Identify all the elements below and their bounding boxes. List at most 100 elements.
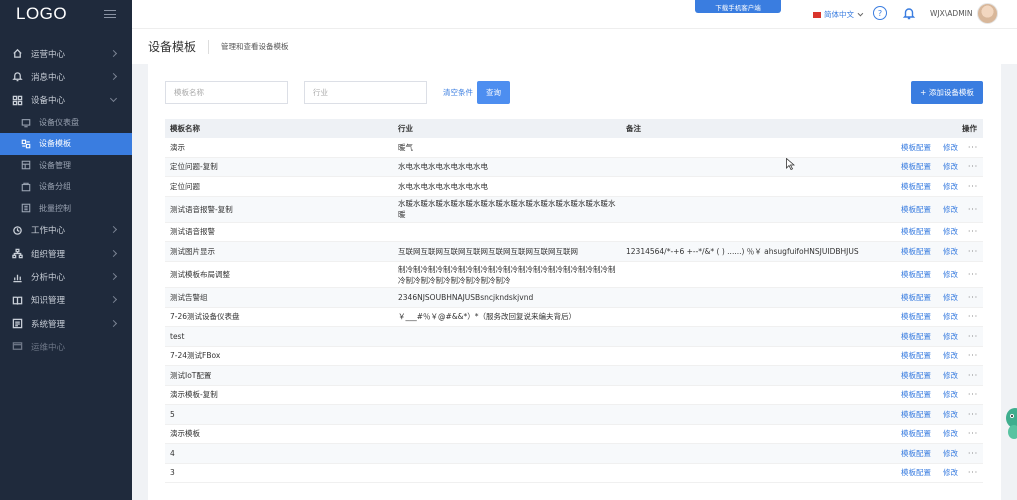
menu-toggle-icon[interactable] — [104, 10, 116, 18]
cell-ops: 模板配置 修改 ··· — [901, 448, 978, 459]
more-icon[interactable]: ··· — [968, 332, 978, 341]
edit-link[interactable]: 修改 — [943, 331, 958, 342]
more-icon[interactable]: ··· — [968, 293, 978, 302]
table-row: 3 模板配置 修改 ··· — [165, 464, 983, 483]
cell-industry: ￥___#％￥@#&&*）*（服务改回复说来编夫背后） — [398, 312, 577, 322]
more-icon[interactable]: ··· — [968, 449, 978, 458]
sidebar-item-operations[interactable]: 运营中心 — [0, 42, 132, 65]
more-icon[interactable]: ··· — [968, 162, 978, 171]
more-icon[interactable]: ··· — [968, 371, 978, 380]
template-config-link[interactable]: 模板配置 — [901, 331, 931, 342]
more-icon[interactable]: ··· — [968, 182, 978, 191]
cell-name: 测试模板布局调整 — [170, 270, 230, 279]
edit-link[interactable]: 修改 — [943, 142, 958, 153]
sidebar-item-label: 组织管理 — [31, 249, 66, 260]
edit-link[interactable]: 修改 — [943, 428, 958, 439]
sidebar-item-organization[interactable]: 组织管理 — [0, 242, 132, 265]
template-config-link[interactable]: 模板配置 — [901, 246, 931, 257]
template-config-link[interactable]: 模板配置 — [901, 370, 931, 381]
chevron-right-icon — [109, 226, 118, 234]
template-config-link[interactable]: 模板配置 — [901, 269, 931, 280]
mascot-image[interactable] — [1003, 404, 1017, 440]
cell-industry: 水电水电水电水电水电水电 — [398, 181, 488, 191]
more-icon[interactable]: ··· — [968, 143, 978, 152]
cell-industry: 水电水电水电水电水电水电 — [398, 162, 488, 172]
more-icon[interactable]: ··· — [968, 227, 978, 236]
flag-icon — [813, 11, 821, 18]
more-icon[interactable]: ··· — [968, 390, 978, 399]
notification-bell-icon[interactable] — [902, 6, 916, 20]
template-config-link[interactable]: 模板配置 — [901, 467, 931, 478]
cell-name: 4 — [170, 448, 175, 458]
table-row: 测试语音报警 模板配置 修改 ··· — [165, 223, 983, 242]
avatar[interactable] — [977, 3, 998, 24]
download-app-button[interactable]: 下载手机客户端 — [695, 0, 781, 13]
sidebar-item-label: 系统管理 — [31, 319, 66, 330]
mouse-cursor-icon — [786, 158, 795, 170]
sidebar-subitem-device-management[interactable]: 设备管理 — [0, 155, 132, 176]
template-config-link[interactable]: 模板配置 — [901, 311, 931, 322]
sidebar-item-work[interactable]: 工作中心 — [0, 219, 132, 242]
sidebar-item-label: 运维中心 — [31, 342, 66, 353]
template-config-link[interactable]: 模板配置 — [901, 292, 931, 303]
more-icon[interactable]: ··· — [968, 312, 978, 321]
template-config-link[interactable]: 模板配置 — [901, 204, 931, 215]
edit-link[interactable]: 修改 — [943, 161, 958, 172]
industry-input[interactable]: 行业 — [304, 81, 427, 104]
cell-industry: 暖气 — [398, 142, 413, 152]
more-icon[interactable]: ··· — [968, 351, 978, 360]
template-config-link[interactable]: 模板配置 — [901, 161, 931, 172]
edit-link[interactable]: 修改 — [943, 181, 958, 192]
template-config-link[interactable]: 模板配置 — [901, 428, 931, 439]
add-template-button[interactable]: + 添加设备模板 — [911, 81, 983, 104]
edit-link[interactable]: 修改 — [943, 370, 958, 381]
edit-link[interactable]: 修改 — [943, 389, 958, 400]
chevron-right-icon — [109, 249, 118, 257]
edit-link[interactable]: 修改 — [943, 292, 958, 303]
template-config-link[interactable]: 模板配置 — [901, 226, 931, 237]
sidebar-item-label: 知识管理 — [31, 296, 66, 307]
sidebar: LOGO 运营中心 消息中心 设备中心 设备仪表盘 设备模板 设备管理 设备分组… — [0, 0, 132, 500]
help-icon[interactable]: ? — [873, 6, 887, 20]
sidebar-subitem-device-dashboard[interactable]: 设备仪表盘 — [0, 112, 132, 133]
language-selector[interactable]: 简体中文 — [813, 9, 864, 20]
edit-link[interactable]: 修改 — [943, 269, 958, 280]
edit-link[interactable]: 修改 — [943, 226, 958, 237]
sidebar-subitem-batch-control[interactable]: 批量控制 — [0, 197, 132, 218]
edit-link[interactable]: 修改 — [943, 467, 958, 478]
sidebar-subitem-device-template[interactable]: 设备模板 — [0, 133, 132, 155]
more-icon[interactable]: ··· — [968, 468, 978, 477]
more-icon[interactable]: ··· — [968, 410, 978, 419]
more-icon[interactable]: ··· — [968, 247, 978, 256]
template-config-link[interactable]: 模板配置 — [901, 409, 931, 420]
template-name-input[interactable]: 模板名称 — [165, 81, 288, 104]
bell-icon — [12, 71, 23, 82]
more-icon[interactable]: ··· — [968, 429, 978, 438]
more-icon[interactable]: ··· — [968, 270, 978, 279]
sidebar-item-messages[interactable]: 消息中心 — [0, 65, 132, 88]
edit-link[interactable]: 修改 — [943, 350, 958, 361]
grid-icon — [12, 95, 23, 106]
edit-link[interactable]: 修改 — [943, 311, 958, 322]
sidebar-item-devices[interactable]: 设备中心 — [0, 89, 132, 112]
more-icon[interactable]: ··· — [968, 205, 978, 214]
edit-link[interactable]: 修改 — [943, 409, 958, 420]
sidebar-item-system[interactable]: 系统管理 — [0, 312, 132, 335]
template-config-link[interactable]: 模板配置 — [901, 142, 931, 153]
clear-filters-link[interactable]: 清空条件 — [443, 87, 473, 98]
template-config-link[interactable]: 模板配置 — [901, 350, 931, 361]
edit-link[interactable]: 修改 — [943, 246, 958, 257]
sidebar-item-analysis[interactable]: 分析中心 — [0, 265, 132, 288]
username[interactable]: WJX\ADMIN — [930, 9, 973, 18]
org-icon — [12, 248, 23, 259]
edit-link[interactable]: 修改 — [943, 448, 958, 459]
sidebar-subitem-device-group[interactable]: 设备分组 — [0, 176, 132, 197]
settings-icon — [12, 318, 23, 329]
edit-link[interactable]: 修改 — [943, 204, 958, 215]
template-config-link[interactable]: 模板配置 — [901, 448, 931, 459]
template-config-link[interactable]: 模板配置 — [901, 181, 931, 192]
search-button[interactable]: 查询 — [477, 81, 510, 104]
sidebar-item-maintenance[interactable]: 运维中心 — [0, 335, 132, 358]
sidebar-item-knowledge[interactable]: 知识管理 — [0, 289, 132, 312]
template-config-link[interactable]: 模板配置 — [901, 389, 931, 400]
